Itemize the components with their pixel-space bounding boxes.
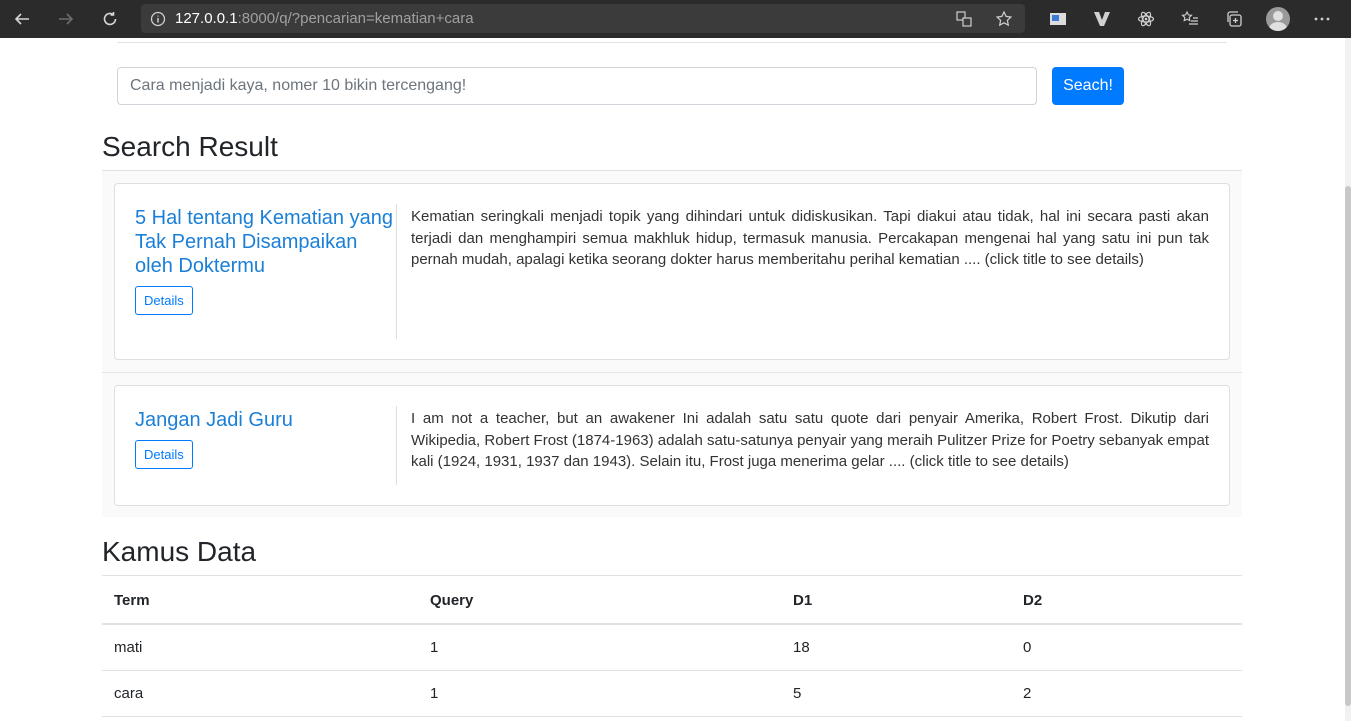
kamus-data-divider [102, 575, 1242, 576]
translate-icon[interactable] [949, 4, 979, 34]
url-path: :8000/q/?pencarian=kematian+cara [237, 10, 474, 27]
search-input[interactable] [117, 67, 1037, 105]
details-button[interactable]: Details [135, 286, 193, 315]
toolbar-extensions [1036, 0, 1344, 38]
scrollbar-thumb[interactable] [1345, 186, 1351, 706]
card-divider [396, 406, 397, 485]
result-separator [102, 372, 1242, 373]
kamus-data-heading: Kamus Data [102, 536, 257, 567]
url-text[interactable]: 127.0.0.1:8000/q/?pencarian=kematian+car… [175, 10, 474, 27]
back-icon[interactable] [0, 0, 44, 38]
table-cell: 0 [1011, 624, 1242, 671]
page-scrollbar[interactable] [1345, 38, 1351, 721]
table-cell: mati [102, 624, 418, 671]
table-cell: 5 [781, 670, 1011, 717]
column-header-term: Term [102, 577, 418, 625]
result-snippet: I am not a teacher, but an awakener Ini … [411, 410, 1209, 470]
result-snippet: Kematian seringkali menjadi topik yang d… [411, 208, 1209, 268]
table-cell: cara [102, 670, 418, 717]
table-cell: 2 [1011, 670, 1242, 717]
vivaldi-icon[interactable] [1080, 4, 1124, 34]
url-host: 127.0.0.1 [175, 10, 238, 27]
favorites-list-icon[interactable] [1168, 4, 1212, 34]
collections-icon[interactable] [1212, 4, 1256, 34]
favorite-star-icon[interactable] [989, 4, 1019, 34]
forward-icon[interactable] [44, 0, 88, 38]
column-header-d2: D2 [1011, 577, 1242, 625]
card-divider [396, 204, 397, 339]
avatar-icon [1266, 7, 1290, 31]
profile-avatar[interactable] [1256, 4, 1300, 34]
result-card: 5 Hal tentang Kematian yang Tak Pernah D… [114, 183, 1230, 360]
result-header: 5 Hal tentang Kematian yang Tak Pernah D… [135, 206, 396, 315]
info-icon[interactable] [141, 11, 175, 27]
refresh-icon[interactable] [88, 0, 132, 38]
table-cell: 1 [418, 670, 781, 717]
kamus-data-table: Term Query D1 D2 mati 1 18 0 cara 1 5 2 [102, 577, 1242, 717]
address-bar[interactable]: 127.0.0.1:8000/q/?pencarian=kematian+car… [141, 4, 1025, 33]
search-button[interactable]: Seach! [1052, 67, 1124, 105]
address-bar-actions [949, 4, 1019, 33]
search-result-heading: Search Result [102, 131, 278, 162]
react-icon[interactable] [1124, 4, 1168, 34]
more-icon[interactable] [1300, 4, 1344, 34]
top-divider [117, 42, 1227, 43]
result-title[interactable]: 5 Hal tentang Kematian yang Tak Pernah D… [135, 206, 396, 278]
table-header-row: Term Query D1 D2 [102, 577, 1242, 625]
result-title[interactable]: Jangan Jadi Guru [135, 408, 396, 432]
details-button[interactable]: Details [135, 440, 193, 469]
column-header-query: Query [418, 577, 781, 625]
table-row: cara 1 5 2 [102, 670, 1242, 717]
table-cell: 18 [781, 624, 1011, 671]
extension-icon[interactable] [1036, 4, 1080, 34]
table-cell: 1 [418, 624, 781, 671]
table-row: mati 1 18 0 [102, 624, 1242, 671]
search-results-list: 5 Hal tentang Kematian yang Tak Pernah D… [102, 171, 1242, 517]
column-header-d1: D1 [781, 577, 1011, 625]
browser-toolbar: 127.0.0.1:8000/q/?pencarian=kematian+car… [0, 0, 1351, 38]
result-header: Jangan Jadi Guru Details [135, 408, 396, 469]
result-card: Jangan Jadi Guru Details I am not a teac… [114, 385, 1230, 506]
